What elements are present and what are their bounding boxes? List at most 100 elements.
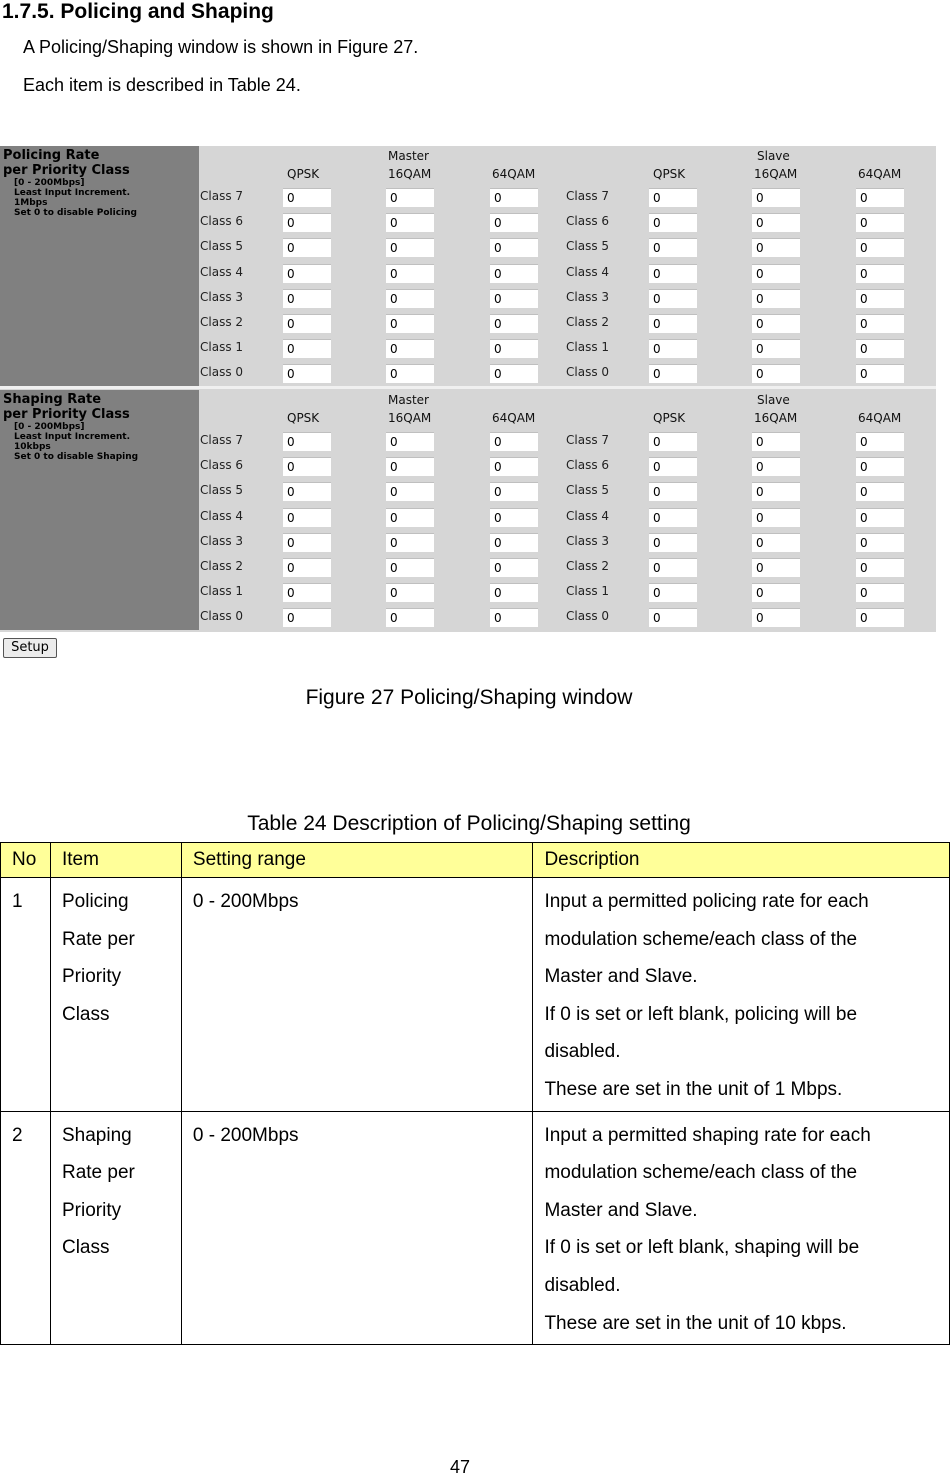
shaping-slave-64qam-class-5-input[interactable] — [856, 482, 904, 502]
shaping-slave-qpsk-class-7-input[interactable] — [649, 432, 697, 451]
shaping-slave-64qam-class-6-input[interactable] — [856, 457, 904, 477]
shaping-master-64qam-class-7-input[interactable] — [490, 432, 538, 451]
shaping-master-qpsk-class-4-input[interactable] — [283, 507, 331, 527]
policing-slave-16qam-class-1-input[interactable] — [752, 339, 800, 359]
policing-slave-64qam-class-0-input[interactable] — [856, 364, 904, 384]
policing-master-64qam-class-7-input[interactable] — [490, 188, 538, 207]
policing-master-16qam-class-0-input[interactable] — [386, 364, 434, 384]
policing-slave-16qam-class-3-input[interactable] — [752, 288, 800, 308]
policing-master-64qam-class-2-input[interactable] — [490, 314, 538, 333]
policing-slave-64qam-class-3-input[interactable] — [856, 288, 904, 308]
shaping-master-16qam-class-3-input[interactable] — [386, 532, 434, 552]
policing-slave-qpsk-class-0-input[interactable] — [649, 364, 697, 384]
policing-master-qpsk-class-4-input[interactable] — [283, 263, 331, 283]
policing-slave-qpsk-class-3-input[interactable] — [649, 288, 697, 308]
policing-master-16qam-class-4-input[interactable] — [386, 263, 434, 283]
policing-slave-16qam-class-7-input[interactable] — [752, 188, 800, 207]
shaping-slave-16qam-class-0-input[interactable] — [752, 608, 800, 628]
policing-master-16qam-class-1-input[interactable] — [386, 339, 434, 359]
policing-slave-64qam-class-6-input[interactable] — [856, 213, 904, 233]
policing-slave-16qam-class-6-input[interactable] — [752, 213, 800, 233]
policing-slave-qpsk-class-6-input[interactable] — [649, 213, 697, 233]
shaping-slave-16qam-class-2-input[interactable] — [752, 558, 800, 577]
shaping-master-qpsk-class-6-input[interactable] — [283, 457, 331, 477]
policing-master-qpsk-class-2-input[interactable] — [283, 314, 331, 333]
policing-master-16qam-class-7-input[interactable] — [386, 188, 434, 207]
policing-slave-16qam-class-4-input[interactable] — [752, 263, 800, 283]
shaping-slave-64qam-class-1-input[interactable] — [856, 583, 904, 603]
shaping-master-64qam-class-4-input[interactable] — [490, 507, 538, 527]
policing-master-64qam-class-5-input[interactable] — [490, 238, 538, 258]
shaping-master-64qam-class-6-input[interactable] — [490, 457, 538, 477]
shaping-master-qpsk-class-5-input[interactable] — [283, 482, 331, 502]
shaping-slave-qpsk-class-0-input[interactable] — [649, 608, 697, 628]
policing-slave-64qam-class-4-input[interactable] — [856, 263, 904, 283]
policing-master-qpsk-class-3-input[interactable] — [283, 288, 331, 308]
shaping-slave-16qam-class-7-input[interactable] — [752, 432, 800, 451]
policing-master-16qam-class-3-input[interactable] — [386, 288, 434, 308]
shaping-master-qpsk-class-7-input[interactable] — [283, 432, 331, 451]
shaping-slave-64qam-class-3-input[interactable] — [856, 532, 904, 552]
shaping-slave-qpsk-class-3-input[interactable] — [649, 532, 697, 552]
policing-slave-qpsk-class-1-input[interactable] — [649, 339, 697, 359]
shaping-master-64qam-class-3-input[interactable] — [490, 532, 538, 552]
shaping-slave-16qam-class-1-input[interactable] — [752, 583, 800, 603]
shaping-slave-qpsk-class-4-input[interactable] — [649, 507, 697, 527]
shaping-master-qpsk-class-0-input[interactable] — [283, 608, 331, 628]
shaping-master-16qam-class-5-input[interactable] — [386, 482, 434, 502]
shaping-slave-16qam-class-3-input[interactable] — [752, 532, 800, 552]
policing-master-64qam-class-6-input[interactable] — [490, 213, 538, 233]
shaping-slave-qpsk-class-6-input[interactable] — [649, 457, 697, 477]
policing-slave-qpsk-class-7-input[interactable] — [649, 188, 697, 207]
section-label-panel: Shaping Rate per Priority Class [0 - 200Mb… — [0, 390, 199, 630]
setup-button[interactable]: Setup — [3, 638, 57, 658]
shaping-master-16qam-class-0-input[interactable] — [386, 608, 434, 628]
policing-master-qpsk-class-0-input[interactable] — [283, 364, 331, 384]
policing-slave-64qam-class-5-input[interactable] — [856, 238, 904, 258]
policing-master-16qam-class-6-input[interactable] — [386, 213, 434, 233]
policing-master-64qam-class-3-input[interactable] — [490, 288, 538, 308]
policing-slave-64qam-class-7-input[interactable] — [856, 188, 904, 207]
policing-master-16qam-class-5-input[interactable] — [386, 238, 434, 258]
shaping-master-qpsk-class-1-input[interactable] — [283, 583, 331, 603]
shaping-slave-64qam-class-2-input[interactable] — [856, 558, 904, 577]
shaping-master-64qam-class-5-input[interactable] — [490, 482, 538, 502]
shaping-slave-qpsk-class-1-input[interactable] — [649, 583, 697, 603]
policing-slave-16qam-class-2-input[interactable] — [752, 314, 800, 333]
policing-slave-qpsk-class-2-input[interactable] — [649, 314, 697, 333]
policing-slave-16qam-class-0-input[interactable] — [752, 364, 800, 384]
policing-slave-qpsk-class-4-input[interactable] — [649, 263, 697, 283]
description-line: Master and Slave. — [544, 1199, 698, 1221]
shaping-slave-64qam-class-7-input[interactable] — [856, 432, 904, 451]
shaping-slave-qpsk-class-5-input[interactable] — [649, 482, 697, 502]
policing-master-qpsk-class-5-input[interactable] — [283, 238, 331, 258]
policing-slave-64qam-class-1-input[interactable] — [856, 339, 904, 359]
policing-slave-16qam-class-5-input[interactable] — [752, 238, 800, 258]
policing-master-16qam-class-2-input[interactable] — [386, 314, 434, 333]
shaping-master-16qam-class-6-input[interactable] — [386, 457, 434, 477]
policing-slave-64qam-class-2-input[interactable] — [856, 314, 904, 333]
policing-master-qpsk-class-7-input[interactable] — [283, 188, 331, 207]
shaping-slave-64qam-class-4-input[interactable] — [856, 507, 904, 527]
shaping-master-16qam-class-1-input[interactable] — [386, 583, 434, 603]
shaping-master-16qam-class-2-input[interactable] — [386, 558, 434, 577]
section-note-line: Set 0 to disable Shaping — [14, 452, 139, 462]
shaping-slave-64qam-class-0-input[interactable] — [856, 608, 904, 628]
shaping-master-64qam-class-2-input[interactable] — [490, 558, 538, 577]
policing-master-64qam-class-1-input[interactable] — [490, 339, 538, 359]
shaping-master-64qam-class-1-input[interactable] — [490, 583, 538, 603]
policing-master-64qam-class-0-input[interactable] — [490, 364, 538, 384]
policing-slave-qpsk-class-5-input[interactable] — [649, 238, 697, 258]
shaping-slave-16qam-class-4-input[interactable] — [752, 507, 800, 527]
shaping-slave-16qam-class-5-input[interactable] — [752, 482, 800, 502]
policing-master-qpsk-class-1-input[interactable] — [283, 339, 331, 359]
shaping-master-16qam-class-4-input[interactable] — [386, 507, 434, 527]
shaping-master-qpsk-class-3-input[interactable] — [283, 532, 331, 552]
shaping-master-64qam-class-0-input[interactable] — [490, 608, 538, 628]
shaping-slave-qpsk-class-2-input[interactable] — [649, 558, 697, 577]
policing-master-64qam-class-4-input[interactable] — [490, 263, 538, 283]
shaping-master-16qam-class-7-input[interactable] — [386, 432, 434, 451]
shaping-slave-16qam-class-6-input[interactable] — [752, 457, 800, 477]
policing-master-qpsk-class-6-input[interactable] — [283, 213, 331, 233]
shaping-master-qpsk-class-2-input[interactable] — [283, 558, 331, 577]
